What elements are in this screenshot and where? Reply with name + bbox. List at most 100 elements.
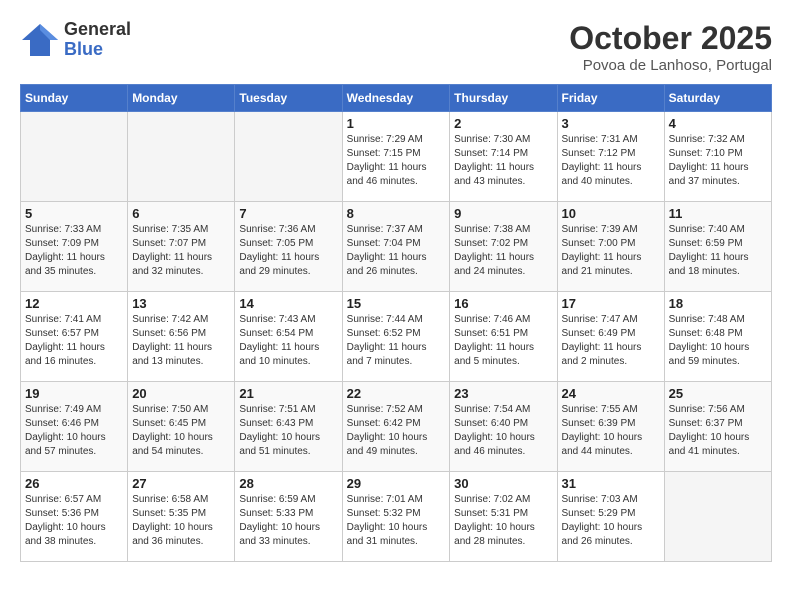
- day-info: Sunrise: 6:58 AM Sunset: 5:35 PM Dayligh…: [132, 493, 230, 549]
- day-number: 14: [239, 296, 337, 311]
- calendar-day-cell: 3 Sunrise: 7:31 AM Sunset: 7:12 PM Daylig…: [557, 112, 664, 202]
- day-info: Sunrise: 7:39 AM Sunset: 7:00 PM Dayligh…: [562, 223, 660, 279]
- day-info: Sunrise: 7:44 AM Sunset: 6:52 PM Dayligh…: [347, 313, 446, 369]
- day-number: 12: [25, 296, 123, 311]
- day-number: 20: [132, 386, 230, 401]
- calendar-day-cell: 1 Sunrise: 7:29 AM Sunset: 7:15 PM Daylig…: [342, 112, 450, 202]
- day-number: 18: [669, 296, 767, 311]
- day-info: Sunrise: 7:33 AM Sunset: 7:09 PM Dayligh…: [25, 223, 123, 279]
- calendar-week-row: 26 Sunrise: 6:57 AM Sunset: 5:36 PM Dayli…: [21, 472, 772, 562]
- weekday-header-row: SundayMondayTuesdayWednesdayThursdayFrid…: [21, 85, 772, 112]
- day-number: 3: [562, 116, 660, 131]
- day-info: Sunrise: 7:40 AM Sunset: 6:59 PM Dayligh…: [669, 223, 767, 279]
- day-number: 28: [239, 476, 337, 491]
- day-number: 26: [25, 476, 123, 491]
- weekday-header: Monday: [128, 85, 235, 112]
- calendar-week-row: 12 Sunrise: 7:41 AM Sunset: 6:57 PM Dayli…: [21, 292, 772, 382]
- day-info: Sunrise: 7:52 AM Sunset: 6:42 PM Dayligh…: [347, 403, 446, 459]
- day-number: 5: [25, 206, 123, 221]
- day-number: 25: [669, 386, 767, 401]
- day-number: 30: [454, 476, 552, 491]
- day-info: Sunrise: 7:01 AM Sunset: 5:32 PM Dayligh…: [347, 493, 446, 549]
- day-number: 24: [562, 386, 660, 401]
- day-info: Sunrise: 7:37 AM Sunset: 7:04 PM Dayligh…: [347, 223, 446, 279]
- calendar-day-cell: 4Sunrise: 7:32 AM Sunset: 7:10 PM Daylig…: [664, 112, 771, 202]
- day-info: Sunrise: 7:30 AM Sunset: 7:14 PM Dayligh…: [454, 133, 552, 189]
- weekday-header: Tuesday: [235, 85, 342, 112]
- day-info: Sunrise: 7:41 AM Sunset: 6:57 PM Dayligh…: [25, 313, 123, 369]
- logo: General Blue: [20, 20, 131, 60]
- calendar-week-row: 19 Sunrise: 7:49 AM Sunset: 6:46 PM Dayli…: [21, 382, 772, 472]
- day-info: Sunrise: 7:02 AM Sunset: 5:31 PM Dayligh…: [454, 493, 552, 549]
- calendar-day-cell: 20Sunrise: 7:50 AM Sunset: 6:45 PM Dayli…: [128, 382, 235, 472]
- day-number: 21: [239, 386, 337, 401]
- calendar-day-cell: 22 Sunrise: 7:52 AM Sunset: 6:42 PM Dayli…: [342, 382, 450, 472]
- day-number: 15: [347, 296, 446, 311]
- calendar-day-cell: 18 Sunrise: 7:48 AM Sunset: 6:48 PM Dayli…: [664, 292, 771, 382]
- day-info: Sunrise: 7:55 AM Sunset: 6:39 PM Dayligh…: [562, 403, 660, 459]
- day-info: Sunrise: 6:57 AM Sunset: 5:36 PM Dayligh…: [25, 493, 123, 549]
- weekday-header: Friday: [557, 85, 664, 112]
- day-number: 19: [25, 386, 123, 401]
- day-number: 4: [669, 116, 767, 131]
- calendar-day-cell: 19 Sunrise: 7:49 AM Sunset: 6:46 PM Dayli…: [21, 382, 128, 472]
- calendar-day-cell: 24 Sunrise: 7:55 AM Sunset: 6:39 PM Dayli…: [557, 382, 664, 472]
- day-info: Sunrise: 7:51 AM Sunset: 6:43 PM Dayligh…: [239, 403, 337, 459]
- calendar-day-cell: 26 Sunrise: 6:57 AM Sunset: 5:36 PM Dayli…: [21, 472, 128, 562]
- calendar-subtitle: Povoa de Lanhoso, Portugal: [569, 57, 772, 74]
- weekday-header: Thursday: [450, 85, 557, 112]
- day-info: Sunrise: 7:36 AM Sunset: 7:05 PM Dayligh…: [239, 223, 337, 279]
- day-info: Sunrise: 7:29 AM Sunset: 7:15 PM Dayligh…: [347, 133, 446, 189]
- day-number: 6: [132, 206, 230, 221]
- calendar-day-cell: 14 Sunrise: 7:43 AM Sunset: 6:54 PM Dayli…: [235, 292, 342, 382]
- day-number: 2: [454, 116, 552, 131]
- calendar-day-cell: [235, 112, 342, 202]
- weekday-header: Sunday: [21, 85, 128, 112]
- calendar-day-cell: 30 Sunrise: 7:02 AM Sunset: 5:31 PM Dayli…: [450, 472, 557, 562]
- calendar-day-cell: 29Sunrise: 7:01 AM Sunset: 5:32 PM Dayli…: [342, 472, 450, 562]
- calendar-day-cell: 27 Sunrise: 6:58 AM Sunset: 5:35 PM Dayli…: [128, 472, 235, 562]
- calendar-body: 1 Sunrise: 7:29 AM Sunset: 7:15 PM Daylig…: [21, 112, 772, 562]
- calendar-day-cell: 23Sunrise: 7:54 AM Sunset: 6:40 PM Dayli…: [450, 382, 557, 472]
- calendar-day-cell: 9Sunrise: 7:38 AM Sunset: 7:02 PM Daylig…: [450, 202, 557, 292]
- calendar-day-cell: 31Sunrise: 7:03 AM Sunset: 5:29 PM Dayli…: [557, 472, 664, 562]
- logo-blue-text: Blue: [64, 40, 131, 60]
- calendar-day-cell: 16 Sunrise: 7:46 AM Sunset: 6:51 PM Dayli…: [450, 292, 557, 382]
- day-info: Sunrise: 7:54 AM Sunset: 6:40 PM Dayligh…: [454, 403, 552, 459]
- calendar-day-cell: 11Sunrise: 7:40 AM Sunset: 6:59 PM Dayli…: [664, 202, 771, 292]
- day-info: Sunrise: 7:49 AM Sunset: 6:46 PM Dayligh…: [25, 403, 123, 459]
- day-number: 22: [347, 386, 446, 401]
- day-number: 16: [454, 296, 552, 311]
- day-info: Sunrise: 7:35 AM Sunset: 7:07 PM Dayligh…: [132, 223, 230, 279]
- calendar-day-cell: [21, 112, 128, 202]
- calendar-day-cell: [128, 112, 235, 202]
- calendar-day-cell: 25 Sunrise: 7:56 AM Sunset: 6:37 PM Dayli…: [664, 382, 771, 472]
- calendar-day-cell: 21 Sunrise: 7:51 AM Sunset: 6:43 PM Dayli…: [235, 382, 342, 472]
- day-info: Sunrise: 7:48 AM Sunset: 6:48 PM Dayligh…: [669, 313, 767, 369]
- page-header: General Blue October 2025 Povoa de Lanho…: [20, 20, 772, 74]
- logo-icon: [20, 22, 60, 58]
- day-info: Sunrise: 7:43 AM Sunset: 6:54 PM Dayligh…: [239, 313, 337, 369]
- calendar-day-cell: 6 Sunrise: 7:35 AM Sunset: 7:07 PM Daylig…: [128, 202, 235, 292]
- day-number: 27: [132, 476, 230, 491]
- day-number: 8: [347, 206, 446, 221]
- calendar-title: October 2025: [569, 20, 772, 57]
- day-info: Sunrise: 7:31 AM Sunset: 7:12 PM Dayligh…: [562, 133, 660, 189]
- day-info: Sunrise: 7:03 AM Sunset: 5:29 PM Dayligh…: [562, 493, 660, 549]
- calendar-day-cell: 8 Sunrise: 7:37 AM Sunset: 7:04 PM Daylig…: [342, 202, 450, 292]
- day-number: 1: [347, 116, 446, 131]
- calendar-table: SundayMondayTuesdayWednesdayThursdayFrid…: [20, 84, 772, 562]
- day-number: 13: [132, 296, 230, 311]
- calendar-day-cell: [664, 472, 771, 562]
- day-info: Sunrise: 7:46 AM Sunset: 6:51 PM Dayligh…: [454, 313, 552, 369]
- day-info: Sunrise: 6:59 AM Sunset: 5:33 PM Dayligh…: [239, 493, 337, 549]
- logo-text: General Blue: [64, 20, 131, 60]
- day-info: Sunrise: 7:56 AM Sunset: 6:37 PM Dayligh…: [669, 403, 767, 459]
- calendar-day-cell: 12 Sunrise: 7:41 AM Sunset: 6:57 PM Dayli…: [21, 292, 128, 382]
- day-number: 17: [562, 296, 660, 311]
- calendar-day-cell: 2 Sunrise: 7:30 AM Sunset: 7:14 PM Daylig…: [450, 112, 557, 202]
- weekday-header: Wednesday: [342, 85, 450, 112]
- day-info: Sunrise: 7:47 AM Sunset: 6:49 PM Dayligh…: [562, 313, 660, 369]
- calendar-day-cell: 7Sunrise: 7:36 AM Sunset: 7:05 PM Daylig…: [235, 202, 342, 292]
- calendar-header: SundayMondayTuesdayWednesdayThursdayFrid…: [21, 85, 772, 112]
